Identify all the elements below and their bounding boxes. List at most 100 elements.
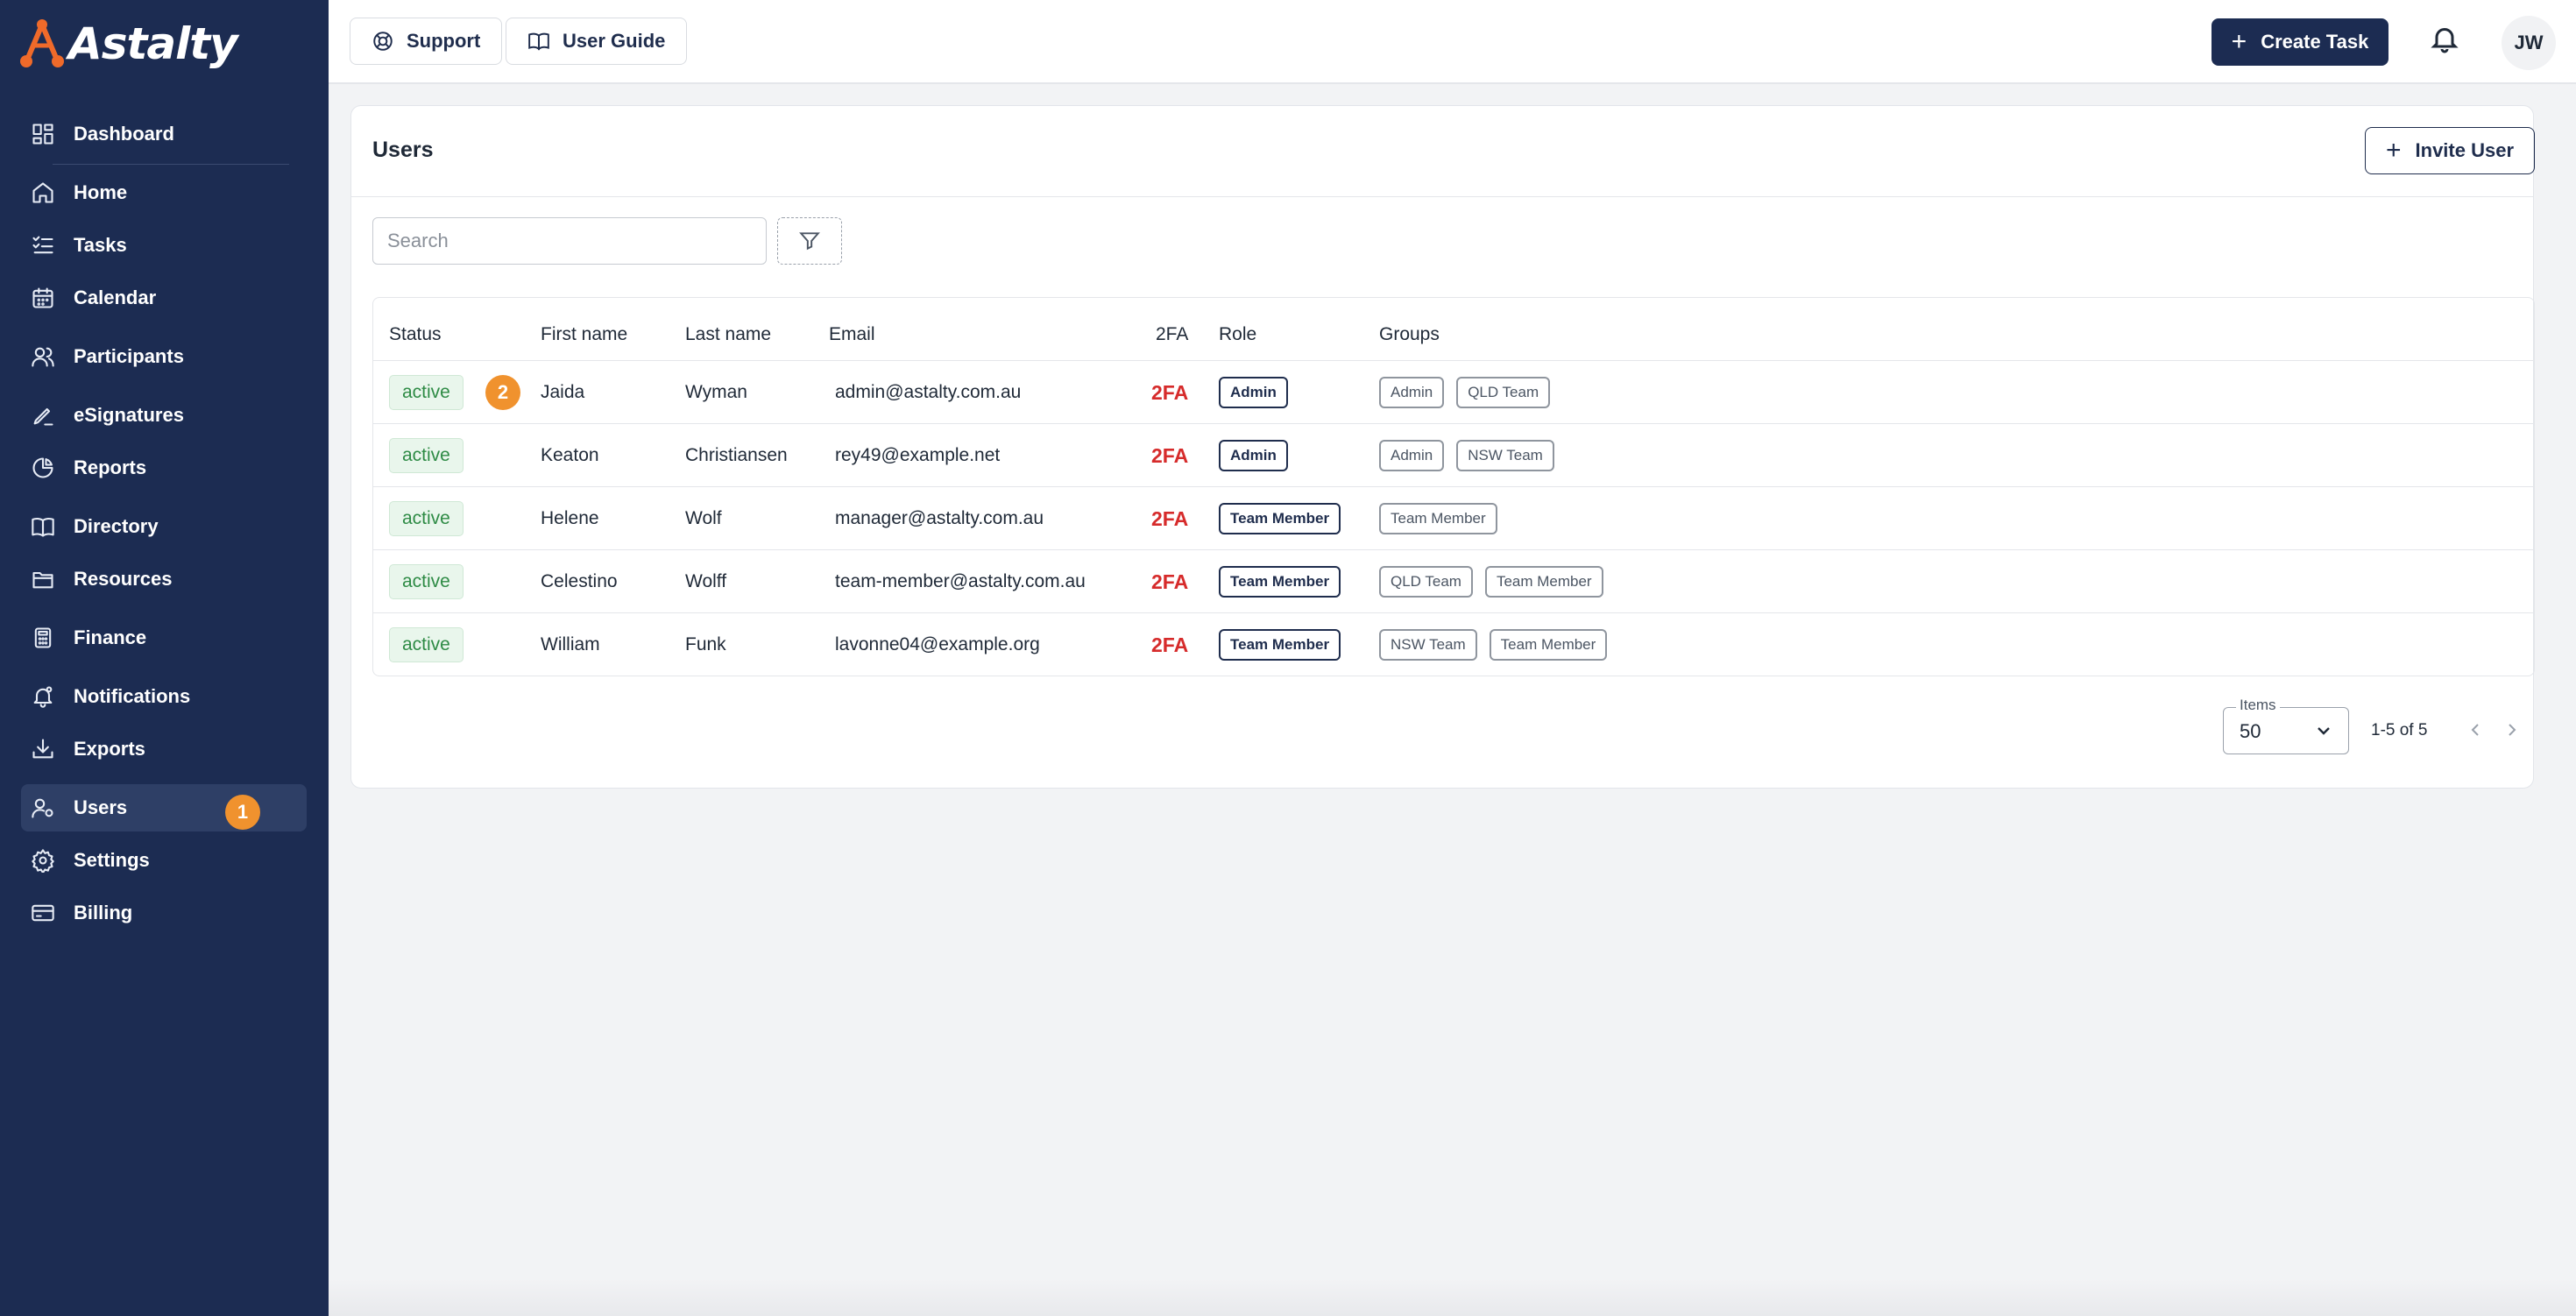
calendar-icon (30, 285, 56, 311)
sidebar-item-resources[interactable]: Resources (21, 555, 307, 603)
calculator-icon (30, 625, 56, 651)
email-cell: team-member@astalty.com.au (835, 571, 1086, 591)
sidebar-item-label: Notifications (74, 685, 191, 707)
esignatures-icon (30, 402, 56, 428)
support-button[interactable]: Support (350, 18, 503, 65)
sidebar-item-finance[interactable]: Finance (21, 614, 307, 662)
plus-icon: + (2385, 136, 2402, 165)
group-badge: NSW Team (1379, 629, 1477, 661)
status-badge: active (389, 501, 464, 536)
sidebar-item-dashboard[interactable]: Dashboard (21, 110, 307, 158)
directory-icon (30, 513, 56, 540)
status-badge: active (389, 564, 464, 599)
groups-cell: Team Member (1379, 487, 1510, 550)
top-bar: Support User Guide + Create Task JW (329, 0, 2576, 84)
sidebar-item-notifications[interactable]: Notifications (21, 673, 307, 720)
group-badge: Admin (1379, 377, 1445, 408)
role-badge: Team Member (1219, 566, 1341, 598)
sidebar-item-label: Resources (74, 568, 173, 590)
2fa-indicator: 2FA (1151, 506, 1189, 530)
sidebar-item-esignatures[interactable]: eSignatures (21, 392, 307, 439)
users-card: Users + Invite User Status First name La… (350, 105, 2535, 789)
sidebar-item-label: Reports (74, 456, 147, 478)
2fa-indicator: 2FA (1151, 380, 1189, 404)
sidebar-item-label: Exports (74, 738, 145, 760)
first-name-cell: William (541, 634, 600, 654)
support-icon (373, 32, 393, 51)
user-guide-button[interactable]: User Guide (506, 18, 688, 65)
items-per-page-select[interactable]: Items 50 (2223, 697, 2349, 754)
chevron-down-icon (2313, 720, 2334, 741)
column-header-first-name[interactable]: First name (541, 324, 627, 345)
next-page-button[interactable] (2502, 719, 2526, 744)
sidebar-item-exports[interactable]: Exports (21, 725, 307, 773)
2fa-indicator: 2FA (1151, 633, 1189, 656)
email-cell: rey49@example.net (835, 445, 1001, 465)
filter-icon (799, 232, 820, 251)
email-cell: admin@astalty.com.au (835, 382, 1022, 402)
email-cell: lavonne04@example.org (835, 634, 1040, 654)
create-task-button[interactable]: + Create Task (2212, 18, 2388, 66)
sidebar-item-directory[interactable]: Directory (21, 503, 307, 550)
status-badge: active (389, 438, 464, 473)
pagination-range: 1-5 of 5 (2371, 721, 2428, 739)
table-row[interactable]: active Helene Wolf manager@astalty.com.a… (373, 486, 2534, 549)
sidebar-item-users[interactable]: Users 1 (21, 784, 307, 831)
sidebar-item-billing[interactable]: Billing (21, 889, 307, 937)
avatar[interactable]: JW (2502, 16, 2556, 70)
previous-page-button[interactable] (2465, 719, 2489, 744)
group-badge: Team Member (1489, 629, 1608, 661)
home-icon (30, 180, 56, 206)
column-header-email[interactable]: Email (829, 324, 875, 345)
download-icon (30, 736, 56, 762)
sidebar-item-label: Directory (74, 515, 159, 537)
email-cell: manager@astalty.com.au (835, 508, 1044, 528)
last-name-cell: Wolf (685, 508, 722, 528)
app-logo[interactable]: Astalty (19, 18, 238, 70)
sidebar-item-reports[interactable]: Reports (21, 444, 307, 492)
last-name-cell: Funk (685, 634, 726, 654)
credit-card-icon (30, 900, 56, 926)
search-input[interactable] (372, 217, 767, 265)
first-name-cell: Jaida (541, 382, 585, 402)
role-badge: Admin (1219, 377, 1288, 408)
group-badge: QLD Team (1456, 377, 1551, 408)
groups-cell: QLD Team Team Member (1379, 550, 1616, 613)
step-badge: 2 (485, 375, 520, 410)
support-label: Support (407, 30, 481, 52)
sidebar-item-label: eSignatures (74, 404, 184, 426)
items-per-page-value: 50 (2240, 720, 2261, 742)
user-guide-label: User Guide (563, 30, 666, 52)
table-row[interactable]: active Keaton Christiansen rey49@example… (373, 423, 2534, 486)
sidebar-item-home[interactable]: Home (21, 169, 307, 216)
bell-icon[interactable] (2429, 23, 2464, 58)
sidebar-item-label: Settings (74, 849, 150, 871)
role-badge: Team Member (1219, 629, 1341, 661)
sidebar-item-label: Finance (74, 626, 147, 648)
table-row[interactable]: active William Funk lavonne04@example.or… (373, 612, 2534, 676)
sidebar-item-participants[interactable]: Participants (21, 333, 307, 380)
groups-cell: NSW Team Team Member (1379, 613, 1619, 676)
chevron-left-icon (2471, 724, 2479, 736)
table-row[interactable]: active Celestino Wolff team-member@astal… (373, 549, 2534, 612)
sidebar-item-label: Calendar (74, 287, 157, 308)
logo-icon (20, 19, 64, 67)
role-badge: Admin (1219, 440, 1288, 471)
sidebar-item-tasks[interactable]: Tasks (21, 222, 307, 269)
group-badge: NSW Team (1456, 440, 1554, 471)
column-header-status[interactable]: Status (389, 324, 442, 345)
invite-user-button[interactable]: + Invite User (2365, 127, 2535, 174)
filter-button[interactable] (777, 217, 842, 265)
column-header-2fa[interactable]: 2FA (1156, 324, 1188, 345)
reports-icon (30, 455, 56, 481)
sidebar-item-calendar[interactable]: Calendar (21, 274, 307, 322)
column-header-role[interactable]: Role (1219, 324, 1256, 345)
sidebar-item-settings[interactable]: Settings (21, 837, 307, 884)
tasks-icon (30, 232, 56, 258)
table-row[interactable]: active 2 Jaida Wyman admin@astalty.com.a… (373, 360, 2534, 423)
status-badge: active (389, 375, 464, 410)
last-name-cell: Wolff (685, 571, 727, 591)
column-header-groups[interactable]: Groups (1379, 324, 1440, 345)
column-header-last-name[interactable]: Last name (685, 324, 771, 345)
dashboard-icon (30, 121, 56, 147)
